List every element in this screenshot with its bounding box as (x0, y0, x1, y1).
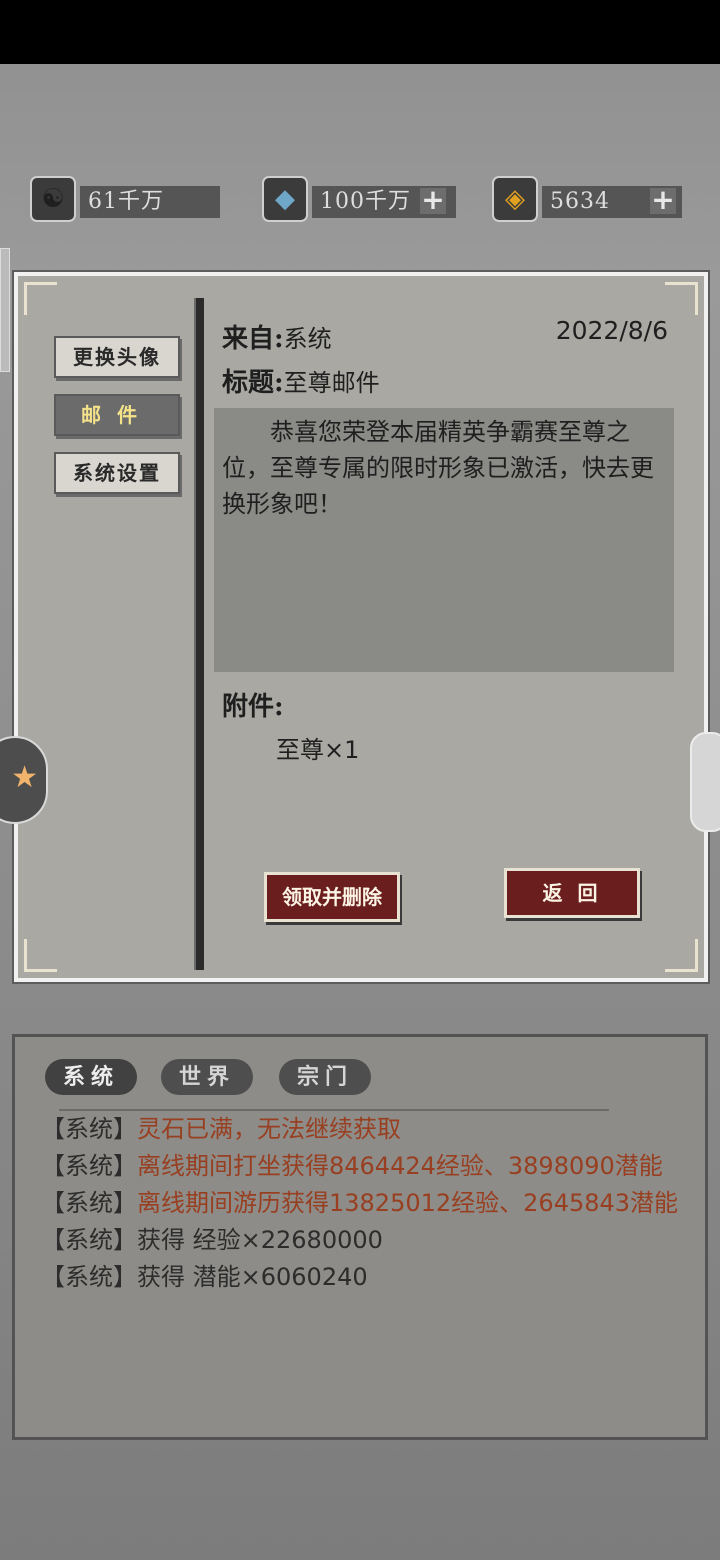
message-text: 离线期间打坐获得8464424经验、3898090潜能 (137, 1152, 663, 1180)
chat-message: 【系统】获得 潜能×6060240 (41, 1259, 681, 1296)
from-value: 系统 (283, 325, 332, 353)
message-prefix: 【系统】 (41, 1226, 137, 1254)
mail-panel: 更换头像 邮件 系统设置 来自:系统 2022/8/6 标题:至尊邮件 恭喜您荣… (14, 272, 708, 982)
frame-corner (24, 282, 57, 315)
mail-title: 标题:至尊邮件 (222, 362, 380, 399)
chat-message: 【系统】离线期间打坐获得8464424经验、3898090潜能 (41, 1148, 681, 1185)
floating-menu-button[interactable]: ★ (0, 736, 48, 824)
chat-message: 【系统】获得 经验×22680000 (41, 1222, 681, 1259)
message-prefix: 【系统】 (41, 1189, 137, 1217)
frame-corner (665, 939, 698, 972)
title-label: 标题: (222, 368, 284, 398)
tab-sect[interactable]: 宗门 (279, 1059, 372, 1095)
star-icon: ★ (11, 760, 38, 795)
crystal-icon: ◆ (262, 176, 308, 222)
claim-and-delete-button[interactable]: 领取并删除 (264, 872, 400, 922)
frame-corner (665, 282, 698, 315)
message-prefix: 【系统】 (41, 1152, 137, 1180)
message-prefix: 【系统】 (41, 1115, 137, 1143)
panel-divider (194, 298, 204, 970)
right-edge-handle[interactable] (690, 732, 720, 832)
message-text: 灵石已满，无法继续获取 (137, 1115, 401, 1143)
frame-corner (24, 939, 57, 972)
side-drawer-handle[interactable] (0, 248, 10, 372)
change-avatar-button[interactable]: 更换头像 (54, 336, 180, 378)
add-crystal-button[interactable]: + (420, 186, 446, 214)
from-label: 来自: (222, 324, 284, 354)
tab-system[interactable]: 系统 (45, 1059, 138, 1095)
mail-tab-button[interactable]: 邮件 (54, 394, 180, 436)
yin-yang-icon: ☯ (30, 176, 76, 222)
message-text: 获得 潜能×6060240 (137, 1263, 368, 1291)
message-text: 获得 经验×22680000 (137, 1226, 383, 1254)
chat-panel: 系统 世界 宗门 【系统】灵石已满，无法继续获取 【系统】离线期间打坐获得846… (12, 1034, 708, 1440)
tab-world[interactable]: 世界 (161, 1059, 254, 1095)
gold-gem-icon: ◈ (492, 176, 538, 222)
mail-body: 恭喜您荣登本届精英争霸赛至尊之位，至尊专属的限时形象已激活，快去更换形象吧！ (214, 408, 674, 672)
back-button[interactable]: 返 回 (504, 868, 640, 918)
chat-message: 【系统】灵石已满，无法继续获取 (41, 1111, 681, 1148)
system-settings-button[interactable]: 系统设置 (54, 452, 180, 494)
message-prefix: 【系统】 (41, 1263, 137, 1291)
attachment-label: 附件: (222, 692, 284, 722)
message-text: 离线期间游历获得13825012经验、2645843潜能 (137, 1189, 679, 1217)
chat-message: 【系统】离线期间游历获得13825012经验、2645843潜能 (41, 1185, 681, 1222)
title-value: 至尊邮件 (283, 369, 380, 397)
chat-message-list: 【系统】灵石已满，无法继续获取 【系统】离线期间打坐获得8464424经验、38… (41, 1111, 681, 1296)
attachment-item: 至尊×1 (276, 736, 360, 764)
status-bar (0, 0, 720, 64)
add-gold-button[interactable]: + (650, 186, 676, 214)
resource-value: 61千万 (80, 186, 220, 218)
mail-from: 来自:系统 (222, 318, 332, 355)
mail-date: 2022/8/6 (555, 316, 668, 345)
